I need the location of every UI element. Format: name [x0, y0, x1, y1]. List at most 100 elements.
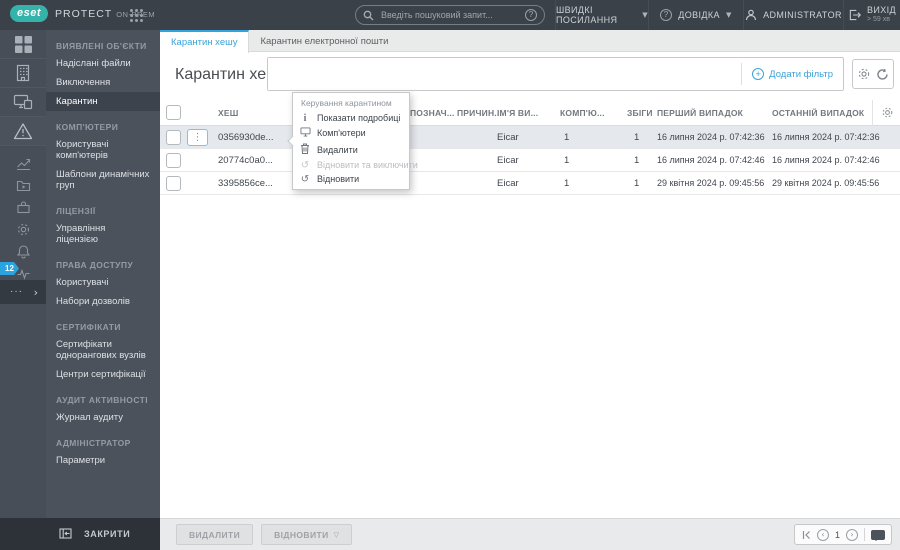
logout-button[interactable]: ВИХІД > 59 хв [843, 0, 900, 30]
page-number: 1 [834, 529, 840, 540]
pagination: ‹ 1 › [793, 524, 892, 545]
help-icon: ? [660, 9, 673, 21]
search-help-icon[interactable]: ? [525, 9, 537, 21]
nav-policies-icon[interactable] [0, 222, 46, 237]
menu-item-restore-and-exclude: ↺ Відновити та виключити [293, 158, 418, 172]
sidebar-item-users[interactable]: Користувачі [46, 273, 160, 292]
menu-label: Показати подробиці [317, 113, 401, 123]
nav-installers-icon[interactable] [0, 200, 46, 215]
col-hash[interactable]: ХЕШ [218, 108, 238, 118]
prev-page-icon[interactable]: ‹ [816, 528, 829, 541]
col-marked[interactable]: ПОЗНАЧ... [410, 108, 455, 118]
col-name[interactable]: ІМ'Я ВИ... [497, 108, 538, 118]
sidebar-item-dynamic-group-templates[interactable]: Шаблони динамічних груп [46, 165, 160, 195]
cell-last-seen: 16 липня 2024 р. 07:42:36 [772, 132, 880, 142]
sidebar-section-computers: КОМП'ЮТЕРИ [56, 122, 119, 132]
cell-computers: 1 [564, 132, 570, 143]
row-checkbox[interactable] [166, 176, 181, 191]
user-menu[interactable]: ADMINISTRATOR [743, 0, 843, 30]
table-row[interactable]: 20774c0a0... Так Eicar 1 1 16 липня 2024… [160, 149, 900, 172]
app-grid-icon[interactable] [130, 9, 143, 22]
row-checkbox[interactable] [166, 130, 181, 145]
nav-reports-icon[interactable] [0, 156, 46, 171]
sidebar-section-administrator: АДМІНІСТРАТОР [56, 438, 131, 448]
cell-hits: 1 [634, 178, 640, 189]
cell-hits: 1 [634, 132, 640, 143]
add-filter-label: Додати фільтр [769, 68, 833, 80]
cell-hash: 3395856ce... [218, 178, 273, 189]
more-icon: ··· [10, 286, 23, 297]
column-settings-icon[interactable] [881, 106, 894, 124]
row-checkbox[interactable] [166, 153, 181, 168]
sidebar-item-permission-sets[interactable]: Набори дозволів [46, 292, 160, 311]
nav-detections-icon[interactable] [0, 117, 46, 146]
table-row[interactable]: ⋮ 0356930de... Так Eicar 1 1 16 липня 20… [160, 126, 900, 149]
feedback-icon[interactable] [871, 529, 885, 541]
logout-timer: > 59 хв [866, 16, 890, 23]
chevron-right-icon: › [33, 285, 38, 299]
sidebar-item-peer-certificates[interactable]: Сертифікати однорангових вузлів [46, 335, 160, 365]
pager-divider [864, 528, 865, 541]
menu-item-computers[interactable]: Комп'ютери [293, 125, 409, 141]
menu-label: Відновити та виключити [317, 160, 418, 170]
nav-notifications-icon[interactable] [0, 244, 46, 259]
menu-item-delete[interactable]: Видалити [293, 141, 409, 158]
cell-first-seen: 29 квітня 2024 р. 09:45:56 [657, 178, 765, 188]
nav-tasks-icon[interactable] [0, 178, 46, 193]
sidebar-section-access-rights: ПРАВА ДОСТУПУ [56, 260, 134, 270]
nav-company-icon[interactable] [0, 59, 46, 88]
menu-item-show-details[interactable]: i Показати подробиці [293, 111, 409, 125]
sidebar-item-exclusions[interactable]: Виключення [46, 73, 160, 92]
gear-icon[interactable] [857, 67, 871, 81]
first-page-icon[interactable] [801, 530, 811, 540]
sidebar-item-submitted-files[interactable]: Надіслані файли [46, 54, 160, 73]
sidebar-item-license-management[interactable]: Управління ліцензією [46, 219, 160, 249]
restore-button: ВІДНОВИТИ ▽ [261, 524, 353, 545]
col-computers[interactable]: КОМП'Ю... [560, 108, 605, 118]
filter-input[interactable] [268, 58, 742, 90]
collapse-label: ЗАКРИТИ [84, 529, 131, 539]
chevron-down-icon: ▼ [725, 11, 732, 19]
sidebar-collapse-button[interactable]: ЗАКРИТИ [0, 518, 160, 550]
trash-icon [299, 143, 311, 157]
tab-hash-quarantine[interactable]: Карантин хешу [160, 30, 250, 53]
chevron-down-icon: ▽ [333, 530, 340, 539]
table-row[interactable]: 3395856ce... Ні Тестовий ... Eicar 1 1 2… [160, 172, 900, 195]
tab-email-quarantine[interactable]: Карантин електронної пошти [249, 30, 399, 52]
next-page-icon[interactable]: › [846, 528, 858, 541]
nav-dashboard-icon[interactable] [0, 30, 46, 59]
col-last[interactable]: ОСТАННІЙ ВИПАДОК [772, 108, 864, 118]
sidebar-item-certification-authorities[interactable]: Центри сертифікації [46, 365, 160, 384]
sidebar-item-audit-log[interactable]: Журнал аудиту [46, 408, 160, 427]
sidebar-item-settings[interactable]: Параметри [46, 451, 160, 470]
row-actions-button[interactable]: ⋮ [187, 129, 208, 146]
footer-bar: ВИДАЛИТИ ВІДНОВИТИ ▽ ‹ 1 › [160, 518, 900, 550]
restore-icon: ↺ [300, 173, 310, 185]
nav-computers-icon[interactable] [0, 88, 46, 117]
quick-links-menu[interactable]: ШВИДКІ ПОСИЛАННЯ ▼ [555, 0, 648, 30]
cell-first-seen: 16 липня 2024 р. 07:42:46 [657, 155, 765, 165]
table-header: ХЕШ ВІДНОВ... ПОЗНАЧ... ПРИЧИН... ІМ'Я В… [160, 100, 900, 126]
col-first[interactable]: ПЕРШИЙ ВИПАДОК [657, 108, 743, 118]
search-input[interactable] [379, 9, 520, 21]
brand-product: PROTECT [55, 7, 113, 20]
sidebar-section-detected-objects: ВИЯВЛЕНІ ОБ'ЄКТИ [56, 41, 147, 51]
cell-last-seen: 29 квітня 2024 р. 09:45:56 [772, 178, 880, 188]
sidebar-section-certificates: СЕРТИФІКАТИ [56, 322, 121, 332]
help-menu[interactable]: ? ДОВІДКА ▼ [648, 0, 743, 30]
sidebar-item-computer-users[interactable]: Користувачі комп'ютерів [46, 135, 160, 165]
cell-hash: 20774c0a0... [218, 155, 273, 166]
logout-icon [848, 9, 861, 21]
help-label: ДОВІДКА [678, 10, 720, 20]
menu-label: Комп'ютери [317, 128, 366, 138]
user-icon [745, 9, 757, 21]
search-icon [363, 10, 374, 21]
nav-more-button[interactable]: ··· › [0, 280, 46, 304]
menu-item-restore[interactable]: ↺ Відновити [293, 172, 409, 186]
select-all-checkbox[interactable] [166, 105, 181, 120]
col-hits[interactable]: ЗБІГИ [627, 108, 653, 118]
add-filter-button[interactable]: + Додати фільтр [742, 68, 843, 80]
col-reason[interactable]: ПРИЧИН... [457, 108, 502, 118]
refresh-icon[interactable] [876, 68, 889, 81]
sidebar-item-quarantine[interactable]: Карантин [46, 92, 160, 111]
